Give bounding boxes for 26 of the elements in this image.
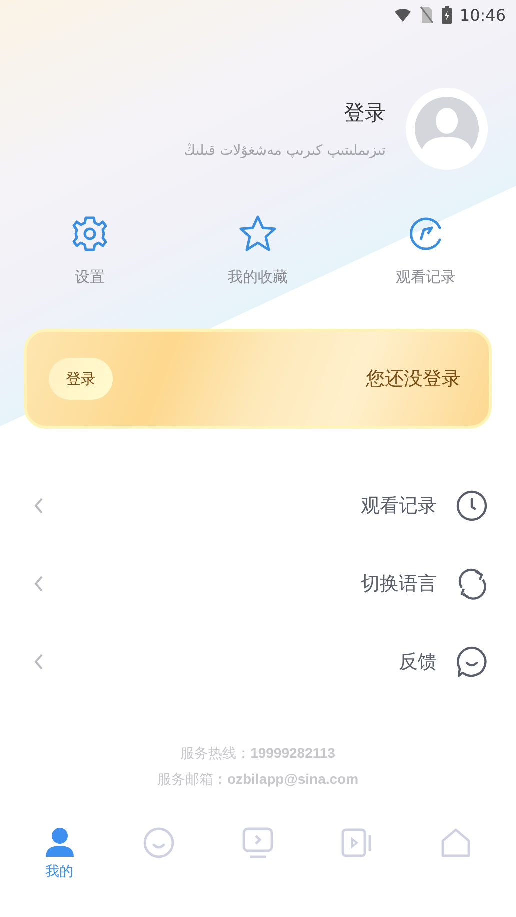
login-title[interactable]: 登录 [344,99,386,127]
tv-icon [242,827,274,859]
refresh-icon [456,568,488,600]
wifi-icon [394,8,412,22]
chevron-left-icon [34,497,44,515]
smiley-icon [142,827,175,859]
shortcut-button[interactable]: 观看记录 [366,214,486,287]
clock-icon [456,490,488,522]
person-icon [44,827,76,859]
battery-icon [442,6,452,24]
menu-item[interactable]: 切换语言 [0,545,516,623]
chevron-left-icon [34,653,44,671]
login-button[interactable]: 登录 [49,358,113,400]
home-icon [440,827,472,859]
menu-item[interactable]: 反馈 [0,623,516,701]
nav-tab[interactable]: 我的 [24,827,95,881]
login-status-text: 您还没登录 [366,367,461,392]
login-subtitle: تىزىملىتىپ كىرىپ مەشغۇلات قىلىڭ [184,143,386,159]
video-icon [341,827,374,859]
status-time: 10:46 [460,6,506,24]
sim-icon [420,6,434,24]
gear-icon [70,214,110,254]
menu-item[interactable]: 观看记录 [0,467,516,545]
chat-icon [456,646,488,678]
chevron-left-icon [34,575,44,593]
star-icon [238,214,278,254]
